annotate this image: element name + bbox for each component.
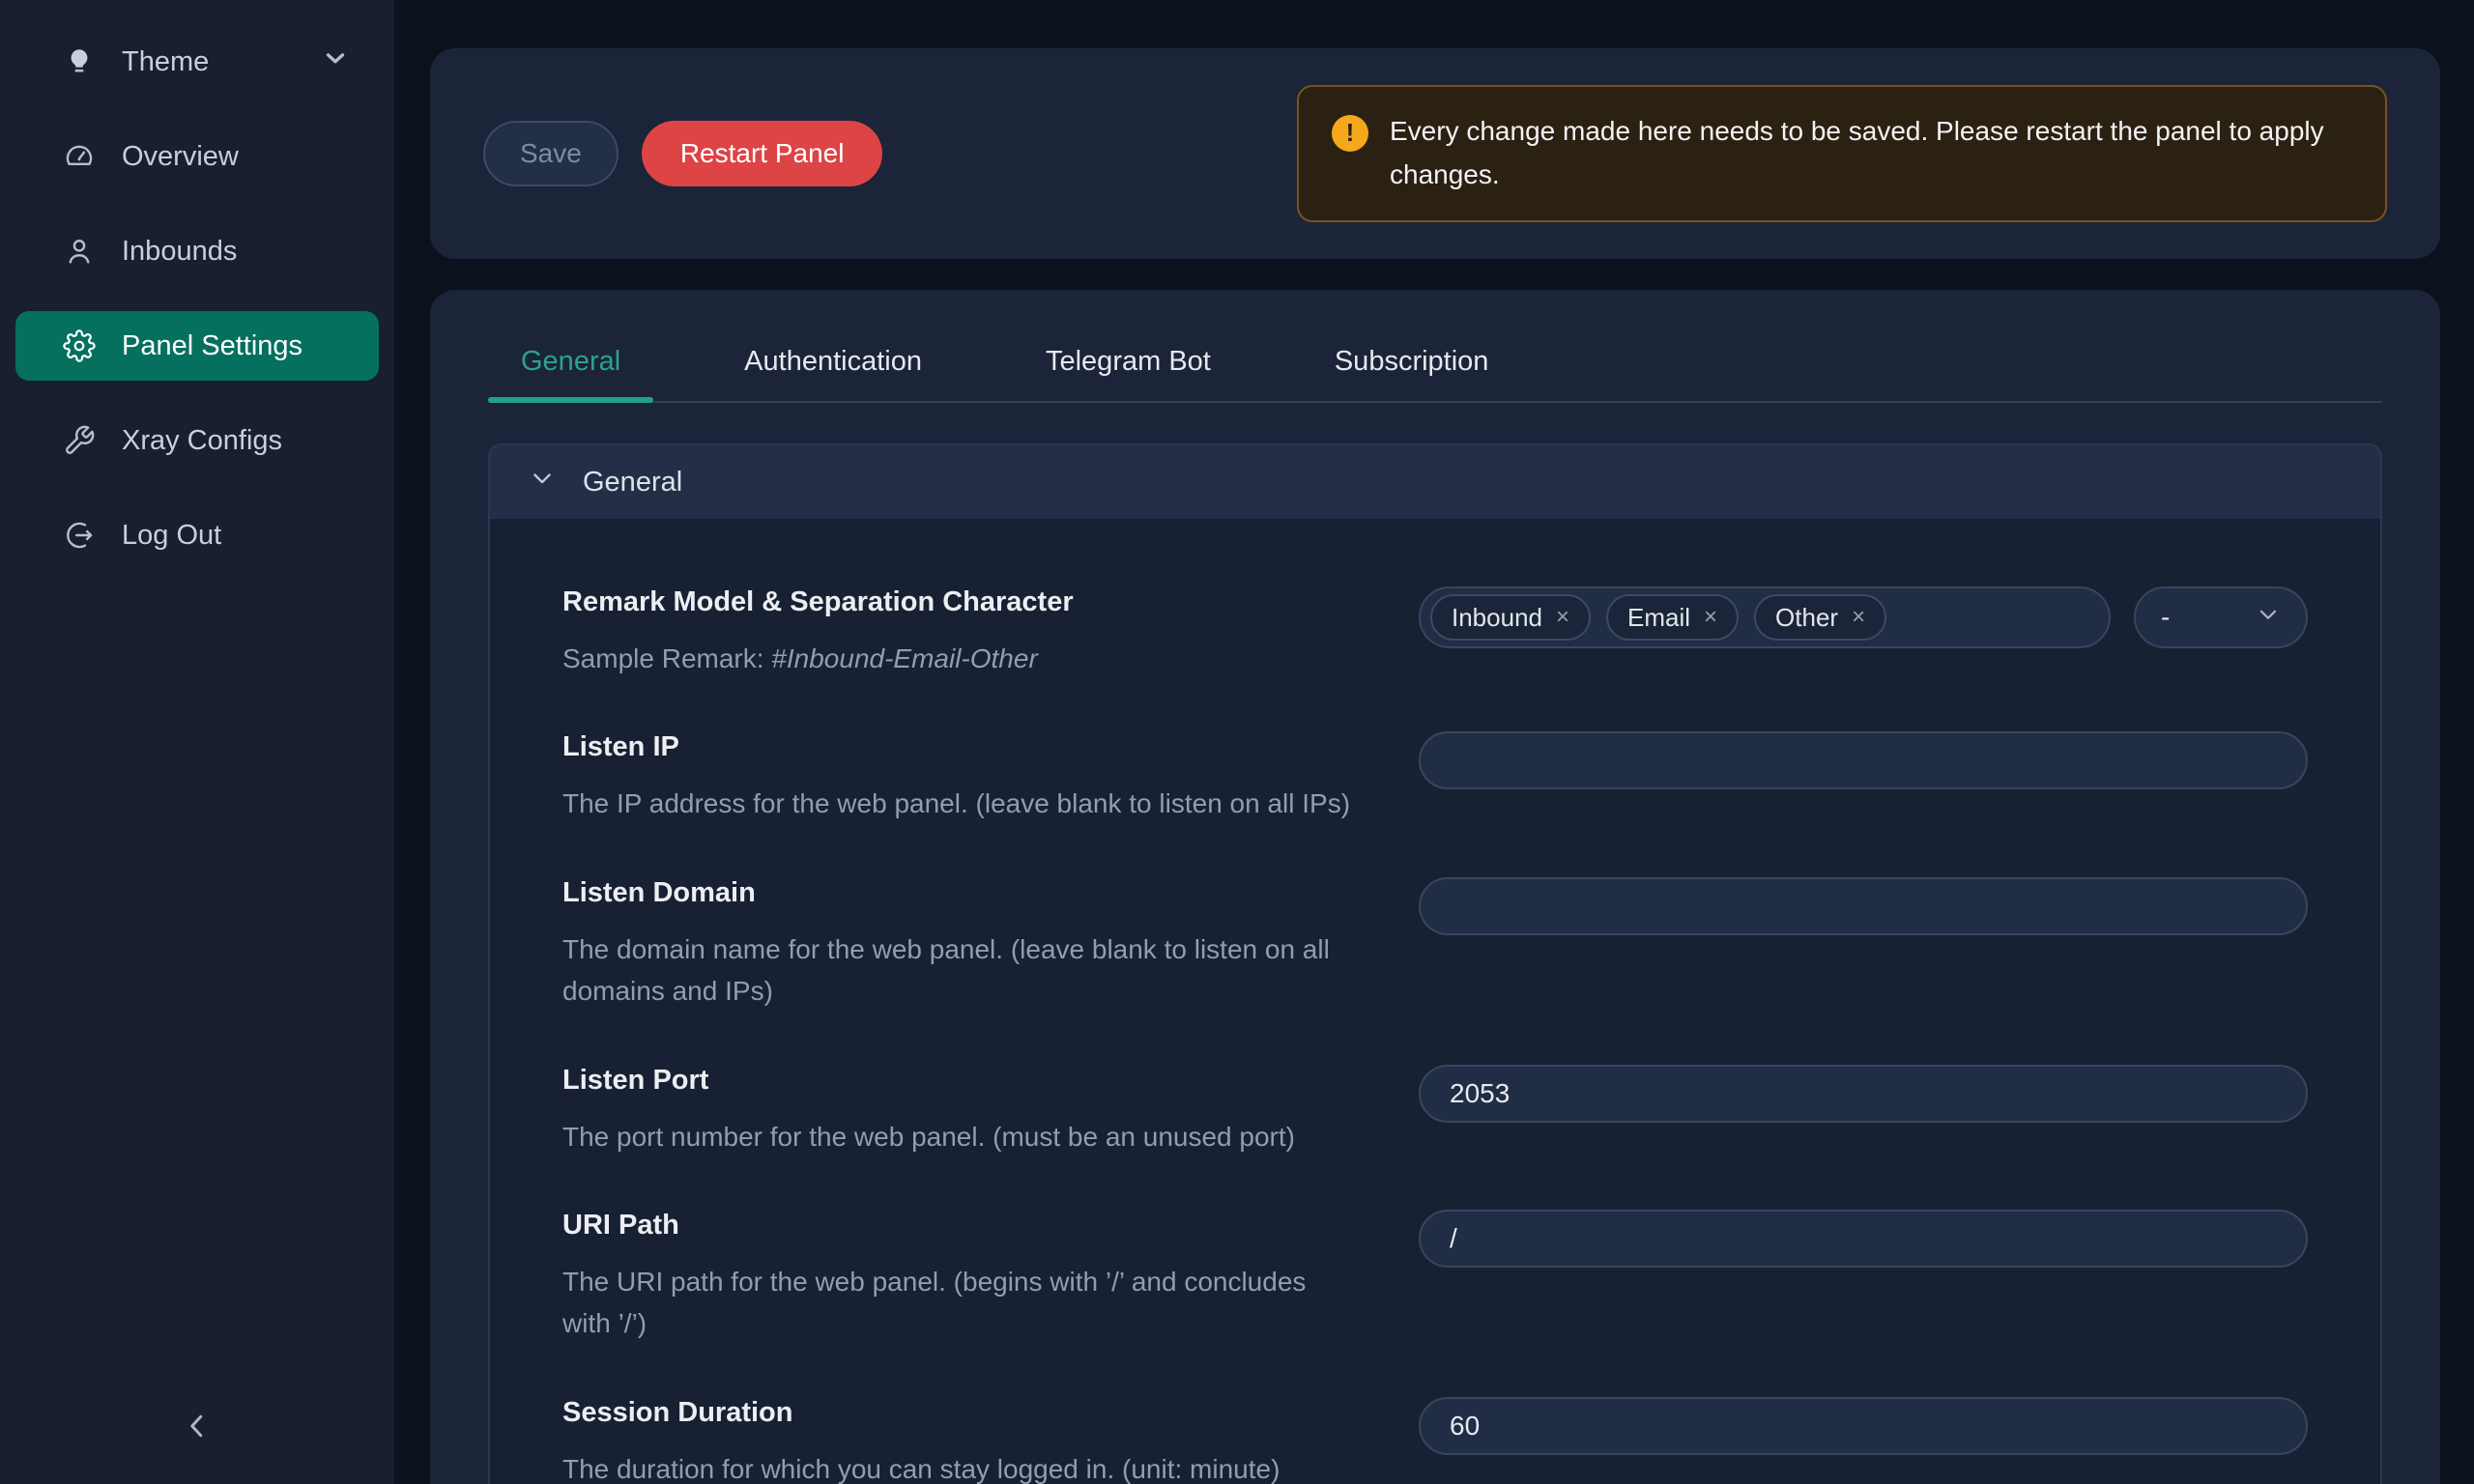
sidebar-item-inbounds[interactable]: Inbounds [15, 216, 379, 286]
form-row-uri-path: URI Path The URI path for the web panel.… [562, 1210, 2308, 1345]
sidebar-collapse-button[interactable] [162, 1393, 232, 1463]
form-row-listen-domain: Listen Domain The domain name for the we… [562, 877, 2308, 1013]
user-icon [62, 234, 97, 269]
settings-tabs: General Authentication Telegram Bot Subs… [488, 340, 2382, 403]
remove-tag-icon[interactable]: × [1852, 606, 1865, 629]
form-row-remark-model: Remark Model & Separation Character Samp… [562, 586, 2308, 679]
form-row-session-duration: Session Duration The duration for which … [562, 1397, 2308, 1484]
tab-telegram-bot[interactable]: Telegram Bot [1013, 340, 1244, 401]
general-section-body: Remark Model & Separation Character Samp… [490, 519, 2380, 1484]
chevron-down-icon [2256, 602, 2281, 634]
field-label: Session Duration [562, 1397, 1361, 1429]
sidebar-item-label: Overview [122, 141, 239, 173]
listen-ip-input[interactable] [1419, 731, 2308, 789]
section-title: General [583, 467, 682, 499]
field-label: Listen IP [562, 731, 1361, 763]
remove-tag-icon[interactable]: × [1556, 606, 1569, 629]
general-section-header[interactable]: General [490, 445, 2380, 519]
tag-inbound: Inbound × [1430, 594, 1591, 641]
sidebar-item-logout[interactable]: Log Out [15, 500, 379, 570]
remark-model-tags-input[interactable]: Inbound × Email × Other × [1419, 586, 2111, 648]
theme-label: Theme [122, 46, 209, 78]
field-label: Remark Model & Separation Character [562, 586, 1361, 618]
gear-icon [62, 328, 97, 363]
form-row-listen-ip: Listen IP The IP address for the web pan… [562, 731, 2308, 824]
warning-alert-text: Every change made here needs to be saved… [1390, 110, 2352, 197]
settings-card: General Authentication Telegram Bot Subs… [430, 290, 2440, 1484]
dashboard-gauge-icon [62, 139, 97, 174]
chevron-left-icon [180, 1409, 215, 1448]
field-description: The port number for the web panel. (must… [562, 1116, 1361, 1157]
sidebar-item-panel-settings[interactable]: Panel Settings [15, 311, 379, 381]
remove-tag-icon[interactable]: × [1704, 606, 1717, 629]
tab-authentication[interactable]: Authentication [711, 340, 955, 401]
form-row-listen-port: Listen Port The port number for the web … [562, 1065, 2308, 1157]
separator-select-value: - [2161, 602, 2170, 633]
tag-other: Other × [1754, 594, 1886, 641]
field-label: Listen Domain [562, 877, 1361, 909]
sidebar-item-label: Log Out [122, 520, 221, 552]
sidebar-item-label: Inbounds [122, 236, 237, 268]
uri-path-input[interactable] [1419, 1210, 2308, 1268]
general-section: General Remark Model & Separation Charac… [488, 443, 2382, 1484]
field-label: Listen Port [562, 1065, 1361, 1097]
session-duration-input[interactable] [1419, 1397, 2308, 1455]
warning-icon: ! [1332, 115, 1368, 152]
logout-icon [62, 518, 97, 553]
field-description: The IP address for the web panel. (leave… [562, 783, 1361, 824]
tab-general[interactable]: General [488, 340, 653, 401]
chevron-down-icon [529, 465, 556, 499]
toolbar-card: Save Restart Panel ! Every change made h… [430, 48, 2440, 259]
listen-port-input[interactable] [1419, 1065, 2308, 1123]
sidebar-item-label: Xray Configs [122, 425, 282, 457]
tag-email: Email × [1606, 594, 1739, 641]
field-description: The duration for which you can stay logg… [562, 1448, 1361, 1484]
warning-alert: ! Every change made here needs to be sav… [1297, 85, 2387, 222]
restart-panel-button[interactable]: Restart Panel [642, 121, 883, 186]
chevron-down-icon [321, 43, 350, 80]
sidebar-item-xray-configs[interactable]: Xray Configs [15, 406, 379, 475]
listen-domain-input[interactable] [1419, 877, 2308, 935]
sidebar-item-overview[interactable]: Overview [15, 122, 379, 191]
tab-subscription[interactable]: Subscription [1302, 340, 1522, 401]
save-button[interactable]: Save [483, 121, 618, 186]
sidebar-item-label: Panel Settings [122, 330, 302, 362]
field-description: Sample Remark: #Inbound-Email-Other [562, 638, 1361, 679]
theme-toggle[interactable]: Theme [15, 27, 379, 97]
lightbulb-icon [62, 44, 97, 79]
field-description: The URI path for the web panel. (begins … [562, 1261, 1361, 1345]
sample-remark-value: #Inbound-Email-Other [771, 643, 1037, 673]
field-label: URI Path [562, 1210, 1361, 1241]
wrench-icon [62, 423, 97, 458]
main-content: Save Restart Panel ! Every change made h… [394, 0, 2474, 1484]
field-description: The domain name for the web panel. (leav… [562, 928, 1361, 1013]
separator-select[interactable]: - [2134, 586, 2308, 648]
sidebar: Theme Overview Inbounds [0, 0, 394, 1484]
